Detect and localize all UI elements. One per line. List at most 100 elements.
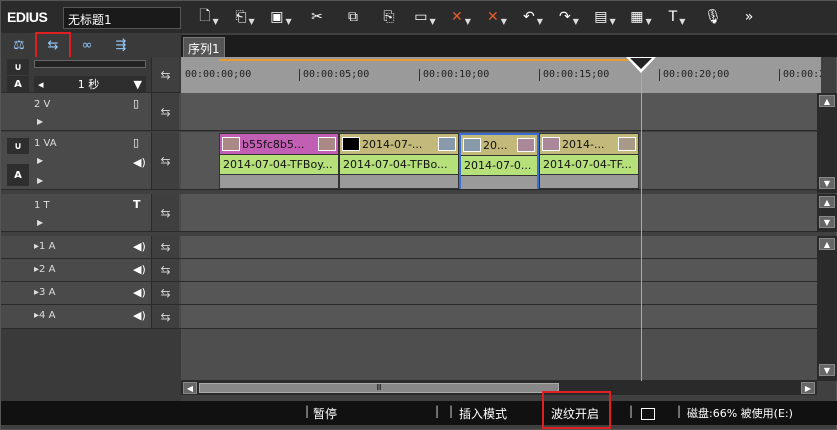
sync-icon[interactable]: ⇆ — [151, 57, 179, 92]
video-channel-toggle[interactable]: ∪ — [7, 138, 29, 154]
ruler-tick: 00:00:00;00 — [185, 69, 252, 80]
scroll-down-icon[interactable]: ▼ — [819, 216, 835, 228]
more-icon[interactable]: » — [731, 5, 767, 29]
track-lane-1t[interactable] — [181, 194, 817, 232]
track-lane-2v[interactable] — [181, 93, 817, 131]
tab-sequence1[interactable]: 序列1 — [183, 37, 225, 57]
track-header-1a[interactable]: ▸1 A ◀) ⇆ — [1, 236, 181, 259]
project-title[interactable]: 无标题1 — [63, 7, 181, 29]
chevron-down-icon: ▼ — [133, 77, 142, 91]
audio-channel-toggle[interactable]: AA — [7, 164, 29, 186]
scroll-up-icon[interactable]: ▲ — [819, 238, 835, 250]
zoom-slider[interactable] — [34, 60, 146, 68]
track-lane-1a[interactable] — [181, 236, 817, 259]
track-header-1t[interactable]: 1 T T ▶ ⇆ — [1, 194, 181, 232]
status-insert-mode[interactable]: 插入模式 — [459, 405, 507, 422]
clip-thumbnail — [222, 137, 240, 151]
title-icon[interactable]: T ▼ — [659, 5, 695, 29]
scroll-up-icon[interactable]: ▲ — [819, 196, 835, 208]
track-header-3a[interactable]: ▸3 A ◀) ⇆ — [1, 282, 181, 305]
sync-icon[interactable]: ⇆ — [151, 259, 179, 281]
ripple-icon[interactable]: ⇶ — [109, 35, 133, 55]
link-icon[interactable]: ∞ — [75, 35, 99, 55]
audio-toggle[interactable]: A — [7, 76, 29, 92]
mic-icon[interactable]: 🎙 — [695, 5, 731, 29]
scroll-left-icon[interactable]: ◀ — [183, 382, 197, 394]
clip-selected[interactable]: 20... 2014-07-0... — [459, 133, 539, 189]
monitor-icon[interactable] — [641, 408, 655, 420]
speaker-icon[interactable]: ◀) — [133, 309, 146, 322]
status-pause[interactable]: 暂停 — [313, 405, 337, 422]
app-logo: EDIUS — [7, 9, 48, 25]
track-header-2v[interactable]: 2 V ▯ ▶ ⇆ — [1, 93, 181, 131]
video-icon[interactable]: ▯ — [133, 136, 139, 149]
sequence-icon[interactable]: ▦ ▼ — [623, 5, 659, 29]
track-header-4a[interactable]: ▸4 A ◀) ⇆ — [1, 305, 181, 329]
redo-icon[interactable]: ↷ ▼ — [551, 5, 587, 29]
open-icon[interactable]: ⎗ ▼ — [227, 5, 263, 29]
sync-icon[interactable]: ⇆ — [151, 236, 179, 258]
speaker-icon[interactable]: ◀) — [133, 240, 146, 253]
edius-window: EDIUS 无标题1 🗋 ▼ ⎗ ▼ ▣ ▼ ✂ ⧉ ⎘ ▭ ▼ ✕ ▼ ✕ ▼ ↶ ▼ ↷ ▼… — [0, 0, 837, 430]
playhead-line — [641, 57, 642, 381]
speaker-icon[interactable]: ◀) — [133, 286, 146, 299]
expand-icon[interactable]: ▶ — [37, 117, 43, 126]
scroll-down-icon[interactable]: ▼ — [819, 364, 835, 376]
range-icon[interactable]: ▭ ▼ — [407, 5, 443, 29]
track-name: 2 V — [34, 99, 51, 110]
sync-icon[interactable]: ⇆ — [151, 93, 179, 130]
clip-video-label: 2014-07-... — [362, 137, 423, 151]
track-lane-3a[interactable] — [181, 282, 817, 305]
save-icon[interactable]: ▣ ▼ — [263, 5, 299, 29]
clip-thumbnail — [517, 138, 535, 152]
new-project-icon[interactable]: 🗋 ▼ — [191, 5, 227, 29]
marker-icon[interactable]: ⚖ — [7, 35, 31, 55]
track-name: ▸4 A — [34, 310, 56, 321]
sync-icon[interactable]: ⇆ — [151, 282, 179, 304]
track-header-2a[interactable]: ▸2 A ◀) ⇆ — [1, 259, 181, 282]
clip-thumbnail — [342, 137, 360, 151]
undo-icon[interactable]: ↶ ▼ — [515, 5, 551, 29]
scale-select[interactable]: ◂ 1 秒 ▼ — [34, 76, 146, 92]
copy-icon[interactable]: ⧉ — [335, 5, 371, 29]
hscroll-thumb[interactable]: Ⅲ — [199, 383, 559, 393]
scroll-down-icon[interactable]: ▼ — [819, 177, 835, 189]
scroll-up-icon[interactable]: ▲ — [819, 95, 835, 107]
mute-toggle[interactable]: ∪ — [7, 59, 29, 75]
speaker-icon[interactable]: ◀) — [133, 263, 146, 276]
track-lane-4a[interactable] — [181, 305, 817, 329]
ruler-tick: 00:00:10;00 — [423, 69, 490, 80]
hscroll[interactable]: ◀ Ⅲ ▶ — [181, 381, 817, 395]
sync-icon[interactable]: ⇆ — [151, 194, 179, 231]
speaker-icon[interactable]: ◀) — [133, 156, 146, 169]
expand-icon[interactable]: ▶ — [37, 176, 43, 185]
expand-icon[interactable]: ▶ — [37, 156, 43, 165]
timeline-mode-tools: ⚖ ⇆ ∞ ⇶ — [1, 33, 181, 57]
clip[interactable]: 2014-07-... 2014-07-04-TFBo... — [339, 133, 459, 189]
scroll-right-icon[interactable]: ▶ — [801, 382, 815, 394]
sync-icon[interactable]: ⇆ — [151, 305, 179, 328]
clip[interactable]: b55fc8b5... 2014-07-04-TFBoy... — [219, 133, 339, 189]
title-track-icon[interactable]: T — [133, 198, 141, 211]
time-ruler[interactable]: 00:00:00;00 00:00:05;00 00:00:10;00 00:0… — [181, 57, 821, 93]
ripple-delete-red-icon[interactable]: ✕ ▼ — [479, 5, 515, 29]
ruler-tick: 00:00:15;00 — [543, 69, 610, 80]
delete-red-icon[interactable]: ✕ ▼ — [443, 5, 479, 29]
track-header-1va[interactable]: ∪ AA 1 VA ▯ ◀) ▶ ▶ ⇆ — [1, 132, 181, 190]
render-icon[interactable]: ▤ ▼ — [587, 5, 623, 29]
vscroll-audio[interactable]: ▲ ▼ — [817, 236, 837, 381]
cut-icon[interactable]: ✂ — [299, 5, 335, 29]
video-icon[interactable]: ▯ — [133, 97, 139, 110]
track-lane-2a[interactable] — [181, 259, 817, 282]
vscroll-video[interactable]: ▲ ▼ — [817, 93, 837, 193]
clip-thumbnail — [542, 137, 560, 151]
paste-icon[interactable]: ⎘ — [371, 5, 407, 29]
clip-thumbnail — [463, 138, 481, 152]
clip-audio-label: 2014-07-0... — [461, 155, 537, 175]
timeline-empty-area[interactable] — [181, 329, 817, 381]
vscroll-title[interactable]: ▲ ▼ — [817, 194, 837, 232]
clip[interactable]: 2014-... 2014-07-04-TF... — [539, 133, 639, 189]
expand-icon[interactable]: ▶ — [37, 218, 43, 227]
sync-icon[interactable]: ⇆ — [151, 132, 179, 189]
clip-audio-label: 2014-07-04-TF... — [540, 154, 638, 174]
